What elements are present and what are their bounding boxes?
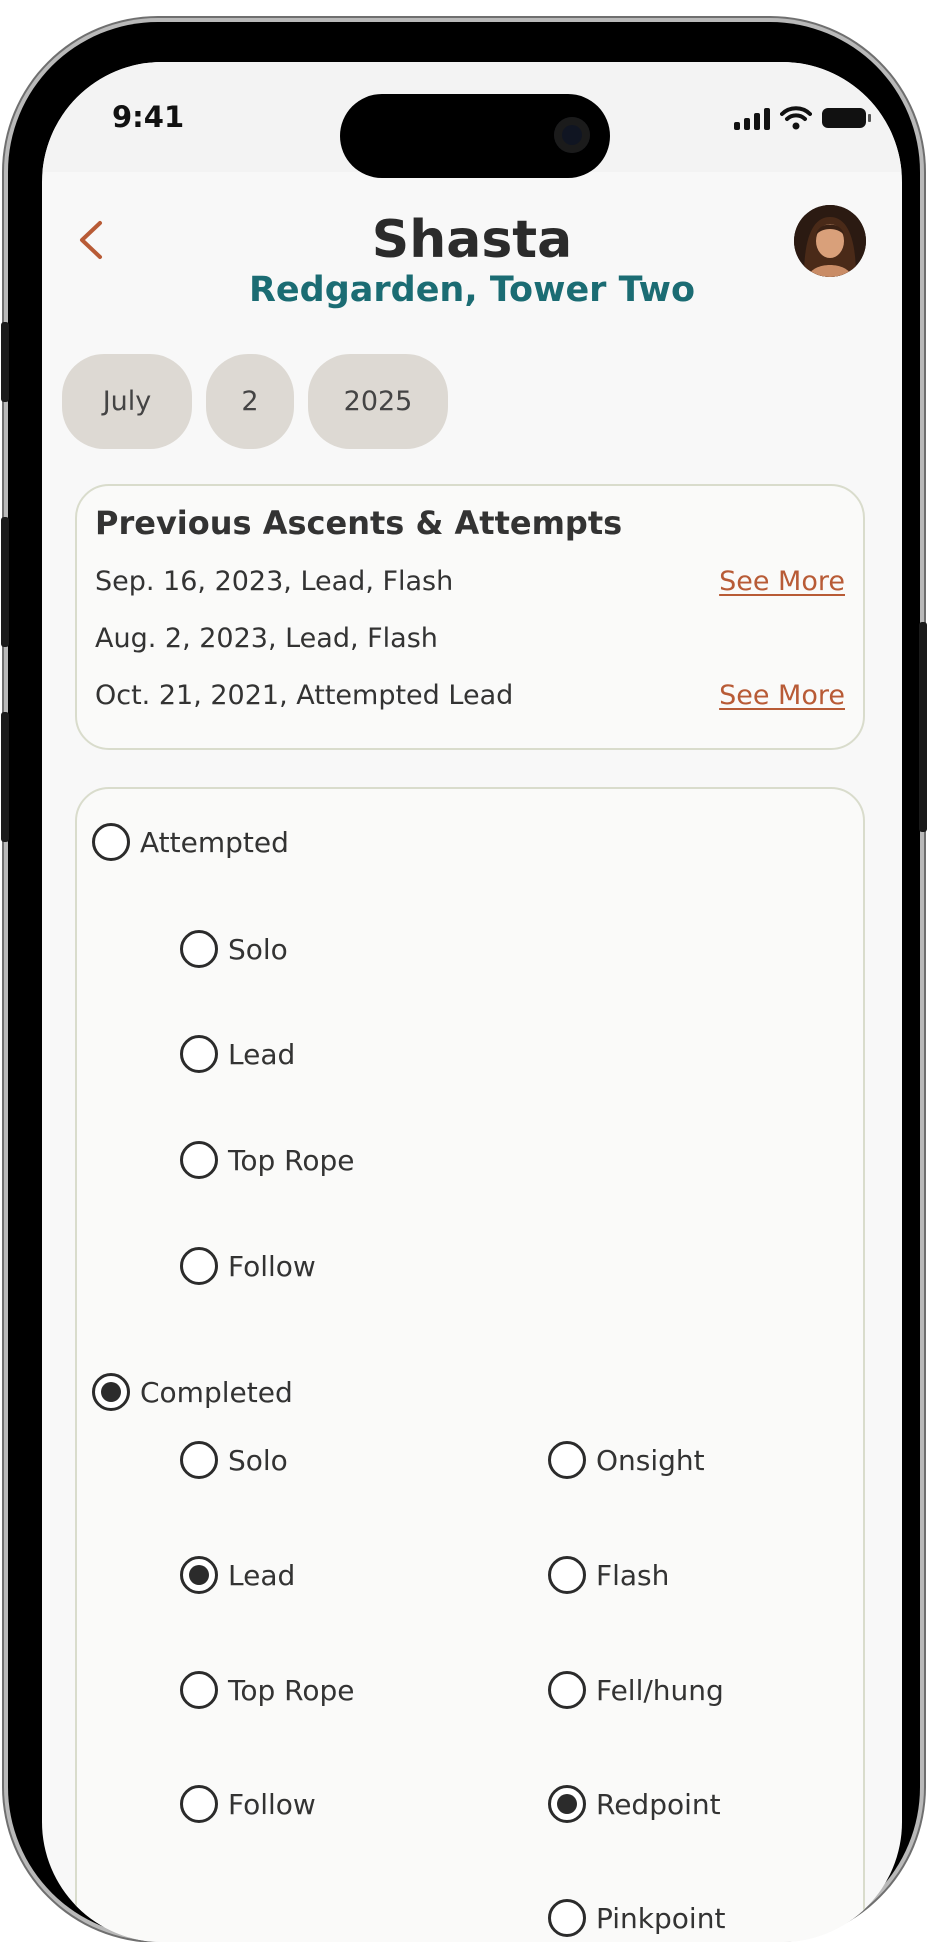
status-icons bbox=[734, 106, 871, 130]
radio-fell-hung[interactable]: Fell/hung bbox=[548, 1671, 724, 1709]
radio-circle bbox=[180, 1671, 218, 1709]
radio-label: Top Rope bbox=[228, 1143, 355, 1177]
radio-completed-lead[interactable]: Lead bbox=[180, 1556, 295, 1594]
radio-label: Follow bbox=[228, 1787, 316, 1821]
year-selector[interactable]: 2025 bbox=[308, 354, 448, 449]
history-entry: Sep. 16, 2023, Lead, Flash bbox=[95, 566, 454, 597]
see-more-link[interactable]: See More bbox=[719, 566, 845, 597]
radio-circle bbox=[548, 1556, 586, 1594]
radio-attempted-follow[interactable]: Follow bbox=[180, 1247, 316, 1285]
history-title: Previous Ascents & Attempts bbox=[95, 504, 623, 542]
radio-label: Pinkpoint bbox=[596, 1901, 726, 1935]
ascent-form-card: Attempted Solo Lead Top Rope Follow Comp… bbox=[75, 787, 865, 1942]
radio-completed[interactable]: Completed bbox=[92, 1373, 293, 1411]
profile-avatar[interactable] bbox=[794, 205, 866, 277]
avatar-photo-icon bbox=[794, 205, 866, 277]
radio-label: Fell/hung bbox=[596, 1673, 724, 1707]
radio-circle-selected bbox=[92, 1373, 130, 1411]
cellular-signal-icon bbox=[734, 106, 770, 130]
radio-label: Top Rope bbox=[228, 1673, 355, 1707]
volume-up-button bbox=[1, 517, 9, 647]
radio-onsight[interactable]: Onsight bbox=[548, 1441, 705, 1479]
radio-attempted-lead[interactable]: Lead bbox=[180, 1035, 295, 1073]
radio-circle bbox=[548, 1899, 586, 1937]
radio-completed-follow[interactable]: Follow bbox=[180, 1785, 316, 1823]
see-more-link[interactable]: See More bbox=[719, 680, 845, 711]
camera-icon bbox=[554, 117, 590, 153]
app-screen: 9:41 Shasta Redgarden, Tower Two July 2 … bbox=[42, 62, 902, 1942]
day-selector[interactable]: 2 bbox=[206, 354, 294, 449]
radio-label: Attempted bbox=[140, 825, 289, 859]
silent-switch bbox=[1, 322, 9, 402]
radio-label: Solo bbox=[228, 932, 288, 966]
radio-attempted-top-rope[interactable]: Top Rope bbox=[180, 1141, 354, 1179]
month-selector[interactable]: July bbox=[62, 354, 192, 449]
radio-flash[interactable]: Flash bbox=[548, 1556, 669, 1594]
history-card: Previous Ascents & Attempts Sep. 16, 202… bbox=[75, 484, 865, 750]
radio-circle bbox=[180, 1785, 218, 1823]
history-entry: Oct. 21, 2021, Attempted Lead bbox=[95, 680, 514, 711]
radio-label: Completed bbox=[140, 1375, 293, 1409]
radio-label: Lead bbox=[228, 1037, 296, 1071]
radio-circle bbox=[548, 1671, 586, 1709]
battery-icon bbox=[822, 108, 871, 128]
radio-circle bbox=[180, 1141, 218, 1179]
radio-pinkpoint[interactable]: Pinkpoint bbox=[548, 1899, 725, 1937]
power-button bbox=[919, 622, 927, 832]
radio-label: Redpoint bbox=[596, 1787, 721, 1821]
radio-label: Follow bbox=[228, 1249, 316, 1283]
route-location: Redgarden, Tower Two bbox=[248, 270, 696, 310]
radio-attempted-solo[interactable]: Solo bbox=[180, 930, 288, 968]
radio-circle bbox=[180, 1441, 218, 1479]
radio-circle bbox=[548, 1441, 586, 1479]
radio-completed-solo[interactable]: Solo bbox=[180, 1441, 288, 1479]
radio-label: Onsight bbox=[596, 1443, 705, 1477]
volume-down-button bbox=[1, 712, 9, 842]
radio-label: Lead bbox=[228, 1558, 296, 1592]
history-entry: Aug. 2, 2023, Lead, Flash bbox=[95, 623, 438, 654]
route-title: Shasta bbox=[371, 210, 573, 270]
radio-circle bbox=[180, 930, 218, 968]
radio-label: Flash bbox=[596, 1558, 670, 1592]
phone-frame: 9:41 Shasta Redgarden, Tower Two July 2 … bbox=[1, 22, 927, 1942]
radio-circle-selected bbox=[548, 1785, 586, 1823]
status-time: 9:41 bbox=[112, 100, 185, 134]
radio-redpoint[interactable]: Redpoint bbox=[548, 1785, 721, 1823]
radio-label: Solo bbox=[228, 1443, 288, 1477]
radio-circle bbox=[92, 823, 130, 861]
radio-circle bbox=[180, 1247, 218, 1285]
wifi-icon bbox=[780, 106, 812, 130]
radio-attempted[interactable]: Attempted bbox=[92, 823, 289, 861]
radio-circle-selected bbox=[180, 1556, 218, 1594]
dynamic-island bbox=[340, 94, 610, 178]
radio-circle bbox=[180, 1035, 218, 1073]
radio-completed-top-rope[interactable]: Top Rope bbox=[180, 1671, 354, 1709]
